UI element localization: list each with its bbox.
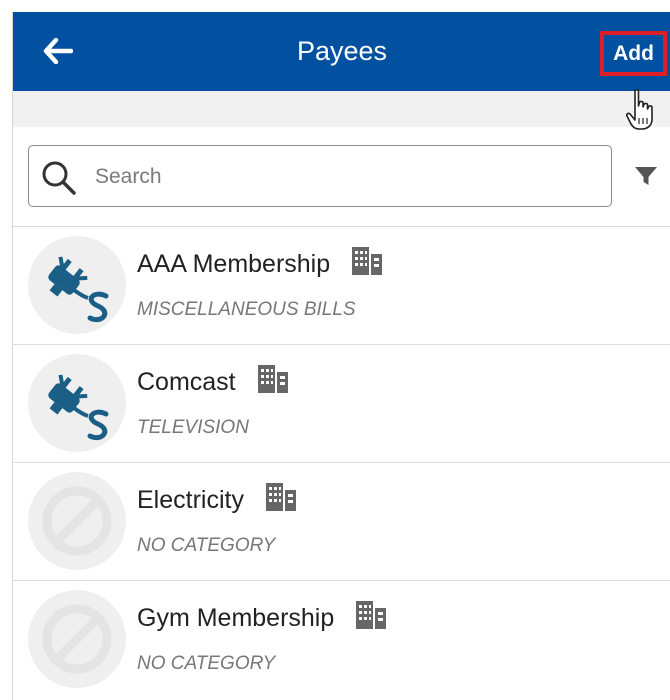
building-icon: [257, 365, 288, 393]
payee-row[interactable]: AAA Membership MISCELLANEOUS BILLS: [13, 226, 670, 344]
ban-icon: [42, 604, 112, 674]
app-header: Payees Add: [13, 12, 670, 91]
payee-avatar: [28, 472, 126, 570]
building-icon: [356, 601, 387, 629]
page-title: Payees: [296, 36, 388, 66]
payee-category: NO CATEGORY: [137, 653, 276, 674]
payee-name: Gym Membership: [137, 604, 335, 632]
hand-pointer-icon: [625, 89, 653, 130]
payee-row[interactable]: Gym Membership NO CATEGORY: [13, 580, 670, 698]
payee-avatar: [28, 590, 126, 688]
payee-avatar: [28, 354, 126, 452]
subheader-bar: [13, 91, 670, 127]
payee-avatar: [28, 236, 126, 334]
payee-row[interactable]: Electricity NO CATEGORY: [13, 462, 670, 580]
ban-icon: [42, 486, 112, 556]
arrow-left-icon: [43, 38, 73, 64]
payees-screen: Payees Add Search AAA Membership MISCELL…: [12, 12, 670, 700]
building-icon: [265, 483, 296, 511]
search-icon: [42, 161, 76, 195]
search-input[interactable]: [93, 156, 597, 198]
plug-dollar-icon: [48, 374, 109, 440]
add-button[interactable]: Add: [600, 31, 667, 76]
payee-row[interactable]: Comcast TELEVISION: [13, 344, 670, 462]
plug-dollar-icon: [48, 256, 109, 322]
payee-name: Electricity: [137, 486, 244, 514]
back-button[interactable]: [41, 36, 75, 66]
filter-icon[interactable]: [633, 163, 659, 189]
payee-name: Comcast: [137, 368, 236, 396]
payee-name: AAA Membership: [137, 250, 331, 278]
payee-category: TELEVISION: [137, 417, 249, 438]
building-icon: [352, 247, 383, 275]
payee-category: MISCELLANEOUS BILLS: [137, 299, 356, 320]
payee-list: AAA Membership MISCELLANEOUS BILLS Comca…: [13, 226, 670, 698]
payee-category: NO CATEGORY: [137, 535, 276, 556]
search-field[interactable]: [28, 145, 612, 207]
